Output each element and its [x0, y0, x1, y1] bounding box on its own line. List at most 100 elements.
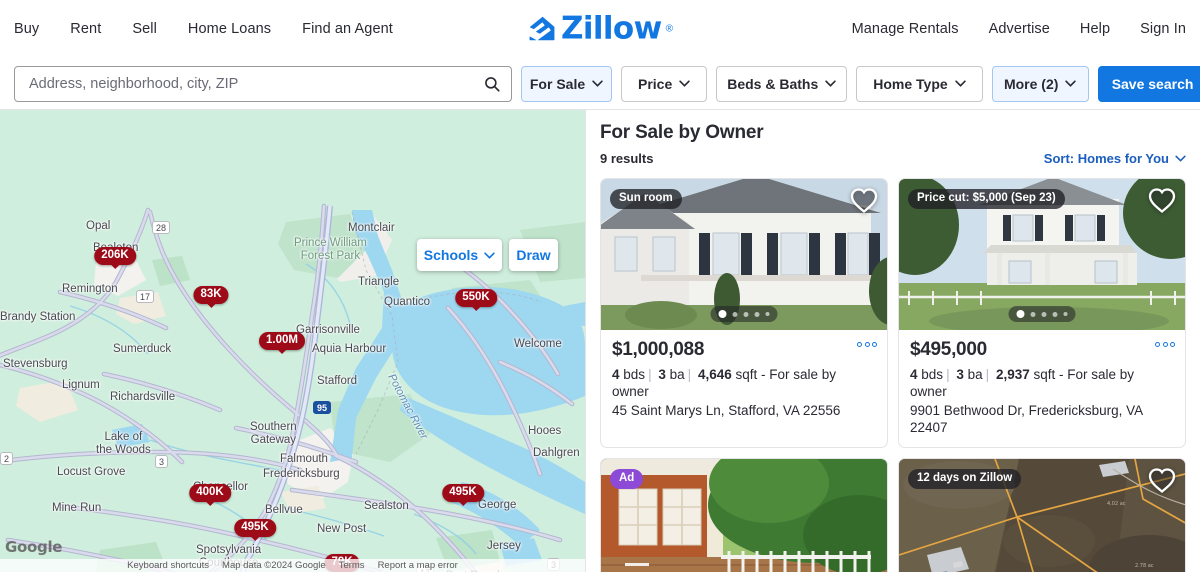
draw-button[interactable]: Draw [509, 239, 558, 271]
favorite-heart-icon[interactable] [1148, 187, 1176, 213]
chevron-down-icon [1175, 155, 1186, 162]
schools-button-label: Schools [423, 247, 479, 263]
listing-photo[interactable]: Price cut: $5,000 (Sep 23) [899, 179, 1185, 330]
map-price-marker[interactable]: 206K [94, 247, 136, 269]
map-price-marker[interactable]: 400K [189, 484, 231, 506]
filter-price[interactable]: Price [621, 65, 708, 102]
listing-badge: 12 days on Zillow [908, 469, 1022, 489]
chevron-down-icon [484, 251, 495, 259]
results-subheader: 9 results Sort: Homes for You [600, 151, 1186, 166]
map-price-marker[interactable]: 83K [193, 286, 229, 308]
map-price-marker[interactable]: 1.00M [259, 332, 305, 354]
nav-home-loans[interactable]: Home Loans [188, 21, 271, 37]
listing-more-options-icon[interactable] [857, 342, 877, 347]
carousel-dot[interactable] [1041, 311, 1047, 317]
nav-advertise[interactable]: Advertise [989, 21, 1050, 37]
listing-address: 45 Saint Marys Ln, Stafford, VA 22556 [612, 403, 841, 418]
nav-manage-rentals[interactable]: Manage Rentals [852, 21, 959, 37]
route-shield: 28 [152, 221, 171, 234]
map-data-credit: Map data ©2024 Google [222, 560, 326, 571]
nav-sign-in[interactable]: Sign In [1140, 21, 1186, 37]
report-map-error-link[interactable]: Report a map error [378, 560, 458, 571]
beds-unit: bds [623, 367, 646, 382]
listing-card-4[interactable]: 4.02 ac2.78 ac 1.14 ac 12 days on Zillow [898, 458, 1186, 572]
save-search-button[interactable]: Save search [1097, 65, 1200, 102]
filter-home-type[interactable]: Home Type [856, 65, 983, 102]
listing-facts: 4 bds | 3 ba | 4,646 sqft - For sale by ow… [612, 367, 837, 399]
favorite-heart-icon[interactable] [1148, 467, 1176, 493]
results-panel[interactable]: For Sale by Owner 9 results Sort: Homes … [585, 110, 1200, 572]
listing-photo[interactable]: 4.02 ac2.78 ac 1.14 ac 12 days on Zillow [899, 459, 1185, 572]
baths-unit: ba [669, 367, 685, 382]
zillow-logo[interactable]: Zillow ® [527, 10, 674, 47]
listing-price: $1,000,088 [612, 339, 705, 360]
map-panel[interactable]: Opal Bealeton Remington Brandy Station S… [0, 110, 585, 572]
search-box[interactable] [14, 65, 512, 102]
filter-for-sale-label: For Sale [529, 75, 586, 92]
search-icon[interactable] [483, 75, 501, 93]
baths-count: 3 [956, 367, 964, 382]
carousel-dot[interactable] [1052, 311, 1058, 317]
carousel-dot[interactable] [1016, 310, 1025, 318]
listing-card-3[interactable]: Ad [600, 458, 888, 572]
map-price-marker[interactable]: 495K [234, 519, 276, 541]
listing-photo[interactable]: Sun room [601, 179, 887, 330]
listing-facts: 4 bds | 3 ba | 2,937 sqft - For sale by ow… [910, 367, 1135, 399]
nav-rent[interactable]: Rent [70, 21, 101, 37]
ad-badge: Ad [610, 469, 644, 489]
filter-beds-baths-label: Beds & Baths [727, 75, 819, 92]
photo-carousel-dots[interactable] [710, 306, 778, 322]
chevron-down-icon [825, 80, 836, 87]
filter-home-type-label: Home Type [873, 75, 948, 92]
terms-link[interactable]: Terms [339, 560, 365, 571]
search-input[interactable] [29, 75, 483, 92]
carousel-dot[interactable] [732, 311, 738, 317]
page-title: For Sale by Owner [600, 122, 764, 143]
listing-card-1[interactable]: Sun room $1,000,088 4 bds | 3 ba | 4,646… [600, 178, 888, 448]
chevron-down-icon [592, 80, 603, 87]
carousel-dot[interactable] [718, 310, 727, 318]
listing-card-2[interactable]: Price cut: $5,000 (Sep 23) $495,000 4 bd… [898, 178, 1186, 448]
carousel-dot[interactable] [743, 311, 749, 317]
listing-badge: Sun room [610, 189, 682, 209]
zillow-house-icon [529, 16, 555, 40]
nav-buy[interactable]: Buy [14, 21, 39, 37]
schools-button[interactable]: Schools [417, 239, 502, 271]
carousel-dot[interactable] [754, 311, 760, 317]
nav-sell[interactable]: Sell [132, 21, 157, 37]
svg-text:2.78 ac: 2.78 ac [1135, 563, 1154, 569]
keyboard-shortcuts-link[interactable]: Keyboard shortcuts [127, 560, 209, 571]
registered-trademark-icon: ® [665, 23, 674, 35]
listing-info: $1,000,088 4 bds | 3 ba | 4,646 sqft - For… [601, 330, 887, 430]
house-photo-wooden-porch [601, 459, 887, 572]
carousel-dot[interactable] [1030, 311, 1036, 317]
map-price-marker[interactable]: 550K [455, 289, 497, 311]
filter-price-label: Price [638, 75, 673, 92]
top-navigation-bar: Buy Rent Sell Home Loans Find an Agent Z… [0, 0, 1200, 58]
interstate-shield: 95 [313, 401, 332, 414]
chevron-down-icon [679, 80, 690, 87]
listing-more-options-icon[interactable] [1155, 342, 1175, 347]
nav-find-an-agent[interactable]: Find an Agent [302, 21, 393, 37]
sqft-unit: sqft [735, 367, 758, 382]
listing-badge: Price cut: $5,000 (Sep 23) [908, 189, 1065, 209]
chevron-down-icon [1065, 80, 1077, 87]
route-shield: 2 [0, 452, 14, 465]
nav-help[interactable]: Help [1080, 21, 1110, 37]
carousel-dot[interactable] [765, 312, 770, 316]
sqft-count: 2,937 [995, 367, 1030, 382]
filter-for-sale[interactable]: For Sale [521, 65, 612, 102]
carousel-dot[interactable] [1063, 312, 1068, 316]
zillow-wordmark: Zillow [560, 10, 662, 47]
primary-nav-links: Buy Rent Sell Home Loans Find an Agent [14, 21, 393, 37]
filter-more[interactable]: More (2) [991, 65, 1089, 102]
favorite-heart-icon[interactable] [850, 187, 878, 213]
listing-photo[interactable]: Ad [601, 459, 887, 572]
photo-carousel-dots[interactable] [1008, 306, 1076, 322]
filter-beds-baths[interactable]: Beds & Baths [716, 65, 848, 102]
sqft-unit: sqft [1033, 367, 1056, 382]
beds-count: 4 [910, 367, 918, 382]
baths-count: 3 [658, 367, 666, 382]
map-price-marker[interactable]: 495K [442, 484, 484, 506]
sort-dropdown[interactable]: Sort: Homes for You [1044, 151, 1186, 166]
